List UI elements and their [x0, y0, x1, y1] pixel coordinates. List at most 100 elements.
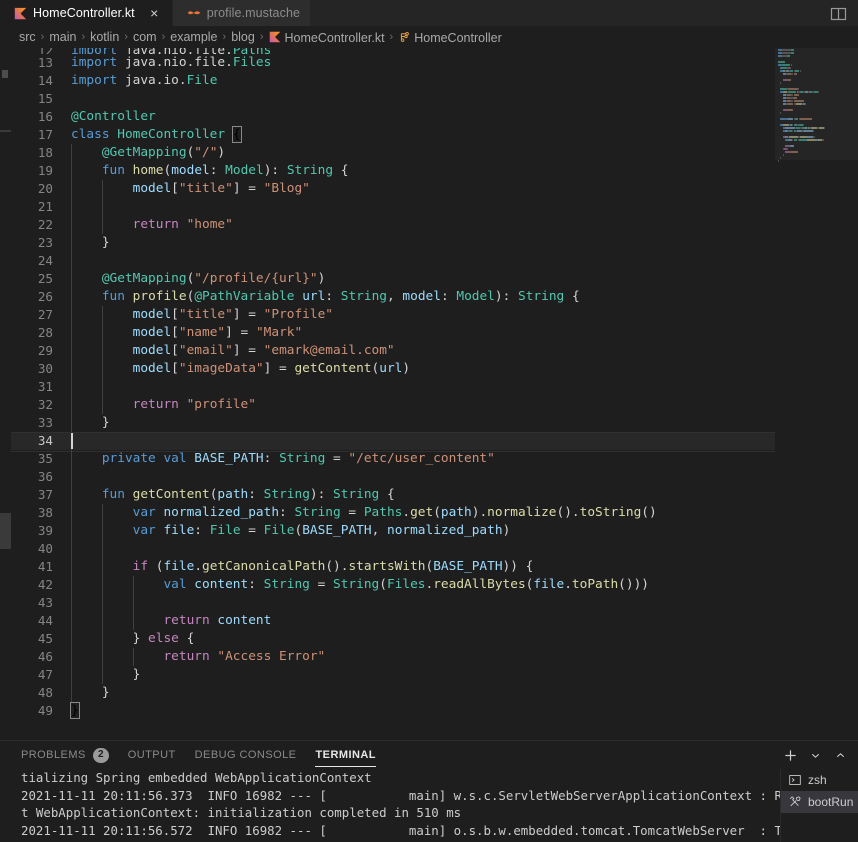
line-number: 26	[11, 288, 53, 306]
code-line[interactable]: 46 return "Access Error"	[11, 648, 775, 666]
breadcrumb-separator: ›	[157, 31, 171, 43]
editor-tab-bar: HomeController.kt × profile.mustache	[0, 0, 858, 26]
tools-icon	[789, 796, 802, 809]
code-text: var file: File = File(BASE_PATH, normali…	[71, 522, 510, 540]
line-number: 25	[11, 270, 53, 288]
problems-count-badge: 2	[93, 748, 109, 763]
code-line[interactable]: 18 @GetMapping("/")	[11, 144, 775, 162]
code-line[interactable]: 48 }	[11, 684, 775, 702]
code-line[interactable]: 42 val content: String = String(Files.re…	[11, 576, 775, 594]
panel-tab-output[interactable]: OUTPUT	[128, 741, 176, 769]
chevron-up-icon[interactable]	[830, 745, 850, 765]
code-line[interactable]: 23 }	[11, 234, 775, 252]
code-line[interactable]: 30 model["imageData"] = getContent(url)	[11, 360, 775, 378]
terminal-session-label: zsh	[808, 773, 827, 787]
panel-tab-debug-console[interactable]: DEBUG CONSOLE	[195, 741, 297, 769]
breadcrumb-item-homecontroller-kt[interactable]: HomeController.kt	[269, 30, 385, 45]
terminal-session-bootrun[interactable]: bootRun	[781, 791, 858, 813]
editor-overview-ruler[interactable]	[0, 48, 11, 740]
line-number: 14	[11, 72, 53, 90]
code-line[interactable]: 21	[11, 198, 775, 216]
breadcrumb-separator: ›	[255, 31, 269, 43]
code-line[interactable]: 40	[11, 540, 775, 558]
code-line[interactable]: 32 return "profile"	[11, 396, 775, 414]
code-line[interactable]: 20 model["title"] = "Blog"	[11, 180, 775, 198]
code-line[interactable]: 28 model["name"] = "Mark"	[11, 324, 775, 342]
terminal-output[interactable]: tializing Spring embedded WebApplication…	[0, 769, 780, 842]
panel-tab-label: DEBUG CONSOLE	[195, 741, 297, 769]
panel-tab-problems[interactable]: PROBLEMS 2	[21, 741, 109, 769]
code-line[interactable]: 45 } else {	[11, 630, 775, 648]
breadcrumb-item-kotlin[interactable]: kotlin	[90, 30, 119, 44]
code-line[interactable]: 16@Controller	[11, 108, 775, 126]
code-line[interactable]: 25 @GetMapping("/profile/{url}")	[11, 270, 775, 288]
code-line[interactable]: 38 var normalized_path: String = Paths.g…	[11, 504, 775, 522]
minimap-line	[775, 159, 858, 162]
code-line[interactable]: 22 return "home"	[11, 216, 775, 234]
code-line[interactable]: 41 if (file.getCanonicalPath().startsWit…	[11, 558, 775, 576]
code-text: import java.nio.file.Files	[71, 54, 271, 72]
code-text: }	[71, 666, 140, 684]
line-number: 43	[11, 594, 53, 612]
breadcrumb-item-blog[interactable]: blog	[231, 30, 255, 44]
panel-tab-bar: PROBLEMS 2 OUTPUT DEBUG CONSOLE TERMINAL	[0, 741, 858, 769]
code-text: val content: String = String(Files.readA…	[71, 576, 649, 594]
terminal-line: 2021-11-11 20:11:56.373 INFO 16982 --- […	[21, 787, 780, 805]
code-line[interactable]: 19 fun home(model: Model): String {	[11, 162, 775, 180]
code-line[interactable]: 17class HomeController {	[11, 126, 775, 144]
code-line[interactable]: 34	[11, 432, 775, 450]
code-line[interactable]: 26 fun profile(@PathVariable url: String…	[11, 288, 775, 306]
editor-pane: 12import java.nio.file.Paths13import jav…	[0, 48, 858, 740]
indent-guide	[71, 468, 72, 486]
indent-guide	[71, 252, 72, 270]
line-number: 23	[11, 234, 53, 252]
code-line[interactable]: 15	[11, 90, 775, 108]
split-panel-icon[interactable]	[830, 6, 847, 21]
code-text: fun profile(@PathVariable url: String, m…	[71, 288, 580, 306]
panel-tab-label: OUTPUT	[128, 741, 176, 769]
code-line[interactable]: 27 model["title"] = "Profile"	[11, 306, 775, 324]
line-number: 47	[11, 666, 53, 684]
code-line[interactable]: 24	[11, 252, 775, 270]
code-line[interactable]: 39 var file: File = File(BASE_PATH, norm…	[11, 522, 775, 540]
panel-tab-label: PROBLEMS	[21, 741, 86, 769]
breadcrumb-item-homecontroller[interactable]: HomeController	[398, 30, 502, 45]
breadcrumb-label: example	[170, 30, 217, 44]
tab-profile-mustache[interactable]: profile.mustache	[173, 0, 311, 26]
terminal-session-zsh[interactable]: zsh	[781, 769, 858, 791]
code-line[interactable]: 37 fun getContent(path: String): String …	[11, 486, 775, 504]
plus-icon[interactable]	[780, 745, 800, 765]
breadcrumb-item-main[interactable]: main	[49, 30, 76, 44]
code-text: } else {	[71, 630, 194, 648]
indent-guide	[102, 594, 103, 612]
code-content[interactable]: 12import java.nio.file.Paths13import jav…	[11, 48, 775, 740]
tab-home-controller-kt[interactable]: HomeController.kt ×	[0, 0, 173, 26]
editor-minimap[interactable]	[775, 48, 858, 740]
breadcrumb: src›main›kotlin›com›example›blog›HomeCon…	[0, 26, 858, 48]
breadcrumb-separator: ›	[119, 31, 133, 43]
code-line[interactable]: 31	[11, 378, 775, 396]
breadcrumb-item-com[interactable]: com	[133, 30, 157, 44]
code-line[interactable]: 49}	[11, 702, 775, 720]
code-line[interactable]: 36	[11, 468, 775, 486]
code-line[interactable]: 47 }	[11, 666, 775, 684]
line-number: 30	[11, 360, 53, 378]
breadcrumb-item-example[interactable]: example	[170, 30, 217, 44]
chevron-down-icon[interactable]	[805, 745, 825, 765]
code-line[interactable]: 14import java.io.File	[11, 72, 775, 90]
breadcrumb-label: HomeController.kt	[285, 31, 385, 45]
code-line[interactable]: 44 return content	[11, 612, 775, 630]
panel-tab-terminal[interactable]: TERMINAL	[315, 741, 375, 769]
code-line[interactable]: 35 private val BASE_PATH: String = "/etc…	[11, 450, 775, 468]
breadcrumb-label: kotlin	[90, 30, 119, 44]
line-number: 20	[11, 180, 53, 198]
code-text: @Controller	[71, 108, 156, 126]
code-line[interactable]: 29 model["email"] = "emark@email.com"	[11, 342, 775, 360]
breadcrumb-item-src[interactable]: src	[19, 30, 36, 44]
line-number: 24	[11, 252, 53, 270]
close-icon[interactable]: ×	[147, 6, 162, 20]
code-line[interactable]: 13import java.nio.file.Files	[11, 54, 775, 72]
code-line[interactable]: 43	[11, 594, 775, 612]
line-number: 27	[11, 306, 53, 324]
code-line[interactable]: 33 }	[11, 414, 775, 432]
